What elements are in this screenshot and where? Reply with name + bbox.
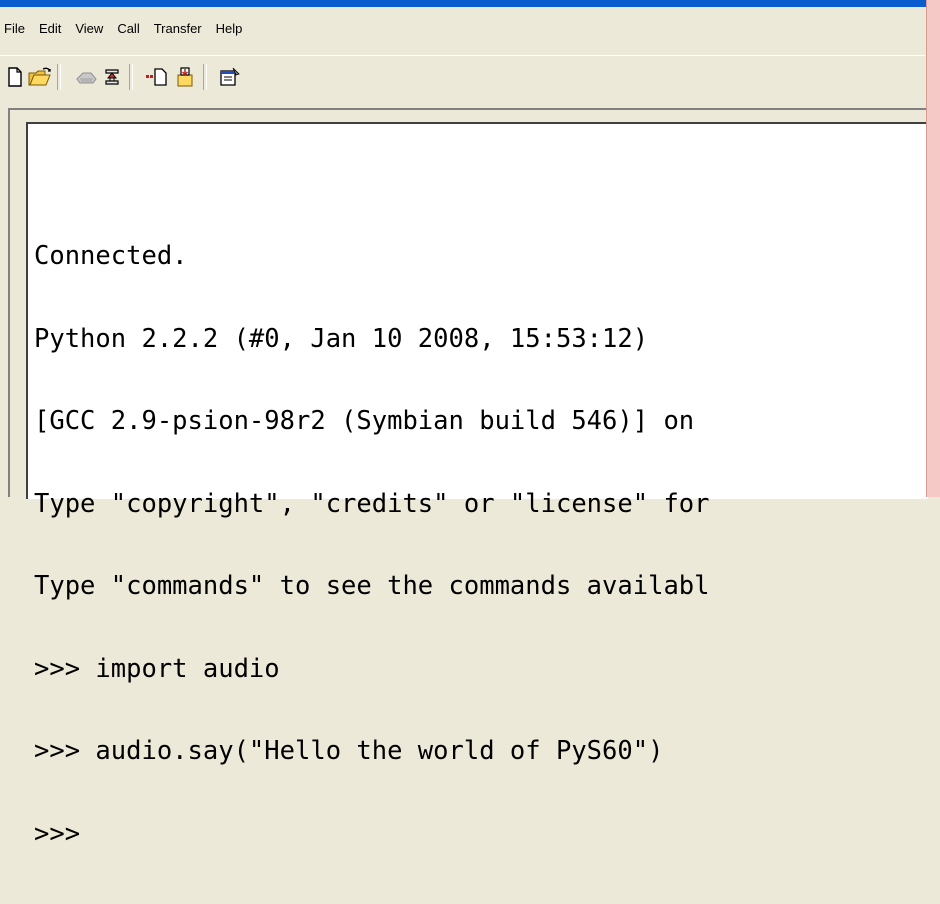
menu-edit[interactable]: Edit — [32, 21, 68, 36]
new-document-button[interactable] — [2, 65, 28, 89]
dial-button[interactable] — [73, 65, 99, 89]
terminal-line: Connected. — [34, 241, 188, 271]
toolbar — [0, 55, 926, 100]
terminal-output: Connected. Python 2.2.2 (#0, Jan 10 2008… — [34, 188, 710, 903]
terminal-line: [GCC 2.9-psion-98r2 (Symbian build 546)]… — [34, 406, 695, 436]
properties-button[interactable] — [217, 65, 243, 89]
terminal-line: Type "copyright", "credits" or "license"… — [34, 488, 710, 519]
terminal-prompt: >>> — [34, 818, 81, 849]
send-file-icon — [146, 68, 167, 86]
dial-phone-icon — [76, 72, 97, 84]
window-edge-right — [926, 0, 940, 497]
menu-call[interactable]: Call — [110, 21, 146, 36]
toolbar-separator — [129, 64, 133, 90]
disconnect-icon — [105, 69, 119, 85]
window-title-bar-edge — [0, 0, 940, 7]
new-document-icon — [8, 67, 22, 87]
menu-help[interactable]: Help — [209, 21, 250, 36]
receive-file-button[interactable] — [172, 65, 198, 89]
disconnect-button[interactable] — [99, 65, 125, 89]
menu-transfer[interactable]: Transfer — [147, 21, 209, 36]
client-area-frame: Connected. Python 2.2.2 (#0, Jan 10 2008… — [8, 108, 928, 847]
menu-bar: File Edit View Call Transfer Help — [0, 7, 926, 55]
open-folder-icon — [28, 67, 51, 86]
terminal-line: Type "commands" to see the commands avai… — [34, 571, 710, 601]
receive-file-icon — [177, 67, 193, 87]
terminal-line: >>> import audio — [34, 653, 280, 684]
menu-view[interactable]: View — [68, 21, 110, 36]
properties-icon — [220, 67, 240, 86]
terminal-window[interactable]: Connected. Python 2.2.2 (#0, Jan 10 2008… — [26, 122, 928, 847]
send-file-button[interactable] — [144, 65, 170, 89]
terminal-line: Python 2.2.2 (#0, Jan 10 2008, 15:53:12) — [34, 323, 649, 354]
open-button[interactable] — [27, 65, 53, 89]
toolbar-separator — [203, 64, 207, 90]
toolbar-separator — [57, 64, 61, 90]
terminal-line: >>> audio.say("Hello the world of PyS60"… — [34, 736, 664, 766]
menu-file[interactable]: File — [0, 21, 32, 36]
